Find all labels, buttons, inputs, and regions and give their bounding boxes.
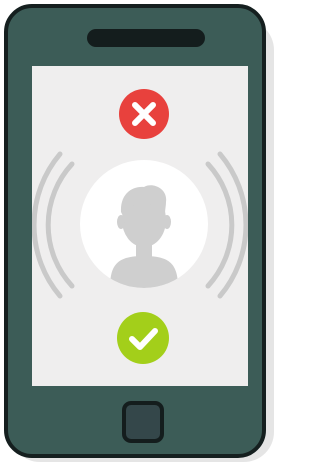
- check-icon: [129, 328, 158, 350]
- decline-call-button[interactable]: [119, 89, 169, 139]
- close-icon: [132, 102, 156, 126]
- caller-avatar: [80, 160, 208, 288]
- signal-waves-left-icon: [32, 151, 75, 299]
- user-silhouette-icon: [110, 185, 178, 288]
- incoming-call-illustration: [0, 0, 278, 468]
- earpiece-speaker: [87, 29, 205, 47]
- home-button[interactable]: [122, 401, 164, 443]
- signal-waves-right-icon: [205, 151, 248, 299]
- accept-call-button[interactable]: [117, 312, 169, 364]
